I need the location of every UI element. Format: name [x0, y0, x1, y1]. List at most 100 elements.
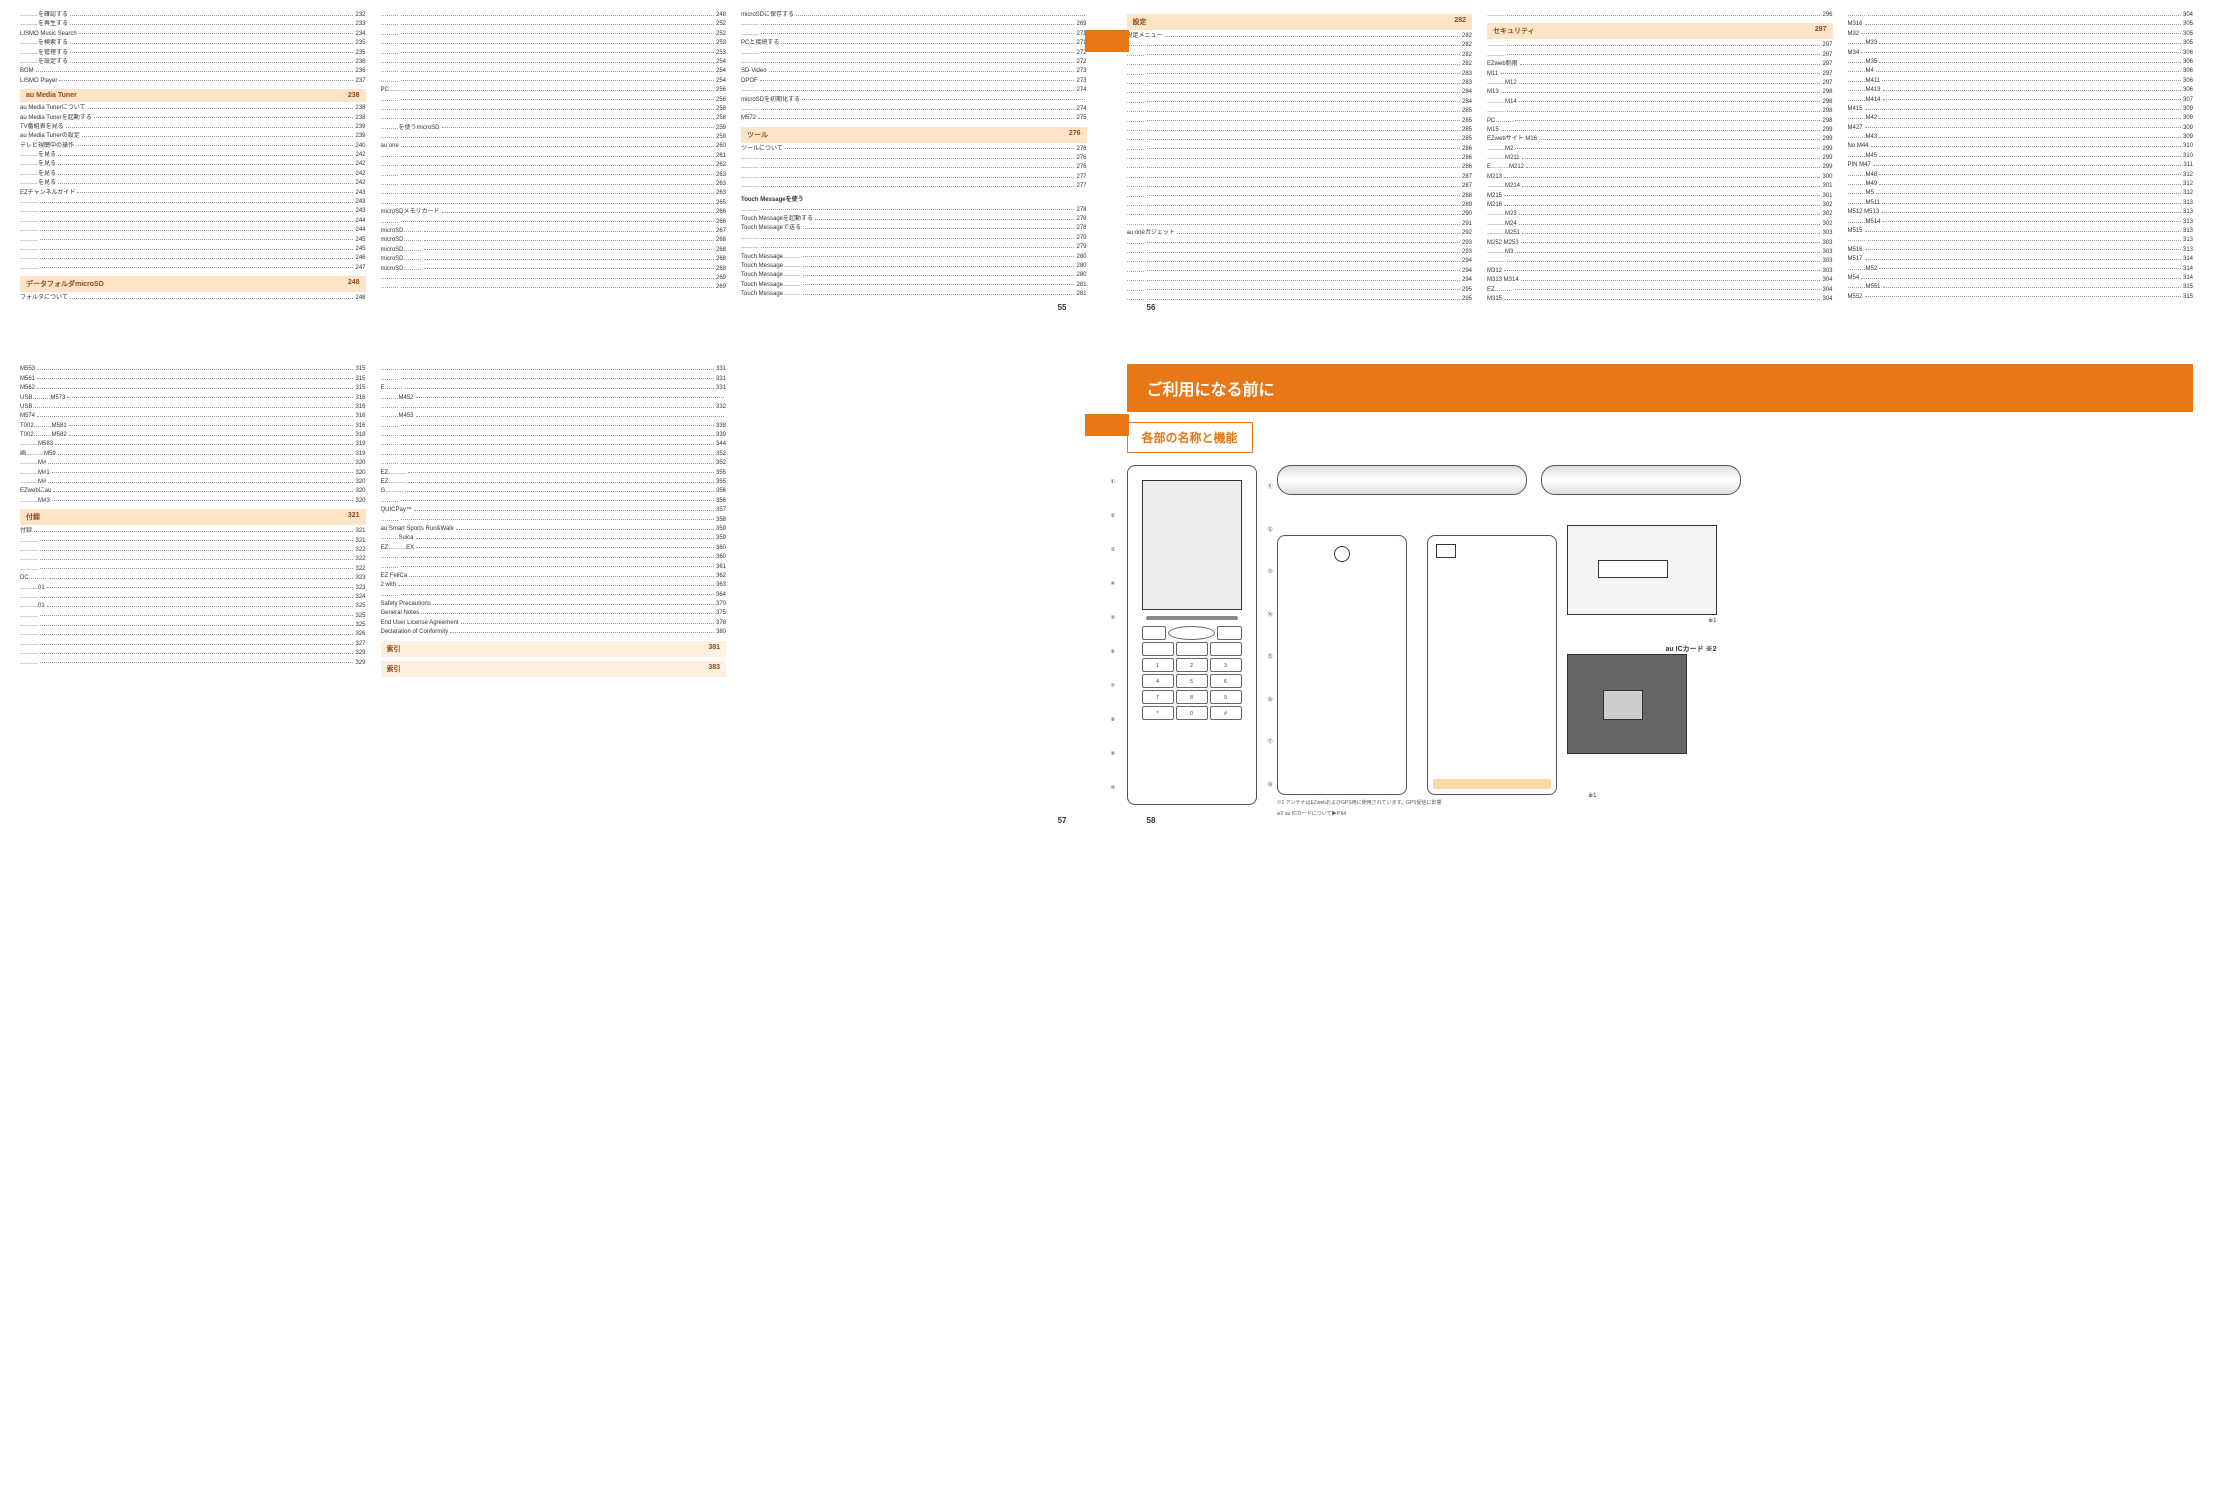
entry-page: 232 [355, 11, 365, 19]
entry-label: au one [381, 142, 399, 150]
toc-entry: ………271 [741, 30, 1087, 38]
entry-page: 236 [355, 67, 365, 75]
section-header: 索引381 [381, 641, 727, 657]
entry-label: ……… [741, 20, 759, 28]
entry-page: 243 [355, 207, 365, 215]
entry-page: 298 [1822, 107, 1832, 115]
entry-page: 285 [1462, 135, 1472, 143]
callout-marker: ⑪ [1267, 483, 1272, 490]
entry-label: EZweb制限 [1487, 60, 1518, 68]
entry-page: 364 [716, 591, 726, 599]
toc-entry: au oneガジェット292 [1127, 229, 1473, 237]
entry-label: ……… [1127, 220, 1145, 228]
toc-entry: EZ………355 [381, 478, 727, 486]
entry-label: ……… [741, 154, 759, 162]
entry-label: ………M4 [1848, 67, 1874, 75]
toc-entry: DPOF273 [741, 77, 1087, 85]
entry-label: ……… [1127, 201, 1145, 209]
entry-label: QUICPay™ [381, 506, 412, 514]
entry-page: 315 [2183, 293, 2193, 301]
entry-label: 設定メニュー [1127, 32, 1163, 40]
toc-entry: EZweb制限297 [1487, 60, 1833, 68]
p55-col3: microSDに保存する………269………271PCと接続する271………272… [741, 10, 1087, 304]
callout-marker: ① [1111, 479, 1115, 485]
entry-page: 327 [355, 640, 365, 648]
entry-page: 324 [355, 593, 365, 601]
entry-page: 313 [2183, 246, 2193, 254]
entry-page: 299 [1822, 126, 1832, 134]
entry-label: ………M# [20, 478, 46, 486]
entry-page: 299 [1822, 135, 1832, 143]
p55-col2: ………248………252………252………253………253………254………2… [381, 10, 727, 304]
entry-label: ……… [381, 283, 399, 291]
phone-top-view [1277, 465, 1527, 495]
toc-entry: microSDを初期化する [741, 96, 1087, 104]
toc-entry: microSD………268 [381, 246, 727, 254]
toc-entry: ………252 [381, 30, 727, 38]
entry-label: ……… [20, 555, 38, 563]
entry-label: ……… [741, 163, 759, 171]
entry-page: 293 [1462, 239, 1472, 247]
toc-entry: microSD………268 [381, 236, 727, 244]
entry-page: 355 [716, 478, 726, 486]
entry-label: EZwebサイト M16 [1487, 135, 1537, 143]
callout-marker: ⑰ [1267, 738, 1272, 745]
entry-page: 339 [716, 431, 726, 439]
entry-label: LISMO Player [20, 77, 57, 85]
toc-entry: ………272 [741, 49, 1087, 57]
toc-entry: ………M514313 [1848, 218, 2194, 226]
toc-entry: ………M43309 [1848, 133, 2194, 141]
entry-label: ………M3 [1487, 248, 1513, 256]
entry-label: ………M43 [1848, 133, 1878, 141]
toc-entry: ………293 [1127, 239, 1473, 247]
entry-label: ……… [20, 226, 38, 234]
entry-label: ……… [381, 39, 399, 47]
entry-label: ……… [1127, 257, 1145, 265]
toc-entry: ………287 [1127, 173, 1473, 181]
page-57: M553315M561315M562315USB………M573316USB………… [0, 354, 1107, 827]
entry-label: LISMO Music Search [20, 30, 77, 38]
entry-label: ……… [381, 105, 399, 113]
callout-marker: ③ [1111, 547, 1115, 553]
entry-page: 312 [2183, 171, 2193, 179]
entry-page: 315 [355, 384, 365, 392]
callout-marker: ② [1111, 513, 1115, 519]
toc-entry: 2 with363 [381, 581, 727, 589]
entry-page: 242 [355, 151, 365, 159]
entry-label: ………M511 [1848, 199, 1881, 207]
entry-page: 256 [716, 96, 726, 104]
toc-entry: No M44310 [1848, 142, 2194, 150]
toc-entry: ………258 [381, 114, 727, 122]
entry-page: 313 [2183, 199, 2193, 207]
entry-label: ……… [20, 537, 38, 545]
keypad: 123 456 789 *0# [1142, 626, 1242, 720]
toc-entry: ………248 [381, 11, 727, 19]
entry-page: 254 [716, 58, 726, 66]
entry-label: ……… [381, 450, 399, 458]
spread-55-56: ………を確認する232………を再生する233LISMO Music Search… [0, 0, 2213, 314]
toc-entry: ………を使うmicroSD259 [381, 124, 727, 132]
entry-label: ……… [20, 254, 38, 262]
entry-label: ……… [20, 236, 38, 244]
toc-entry: ………M583319 [20, 440, 366, 448]
entry-label: ………M413 [1848, 86, 1881, 94]
entry-label: ……… [1487, 41, 1505, 49]
entry-label: ……… [1127, 79, 1145, 87]
entry-page: 267 [716, 227, 726, 235]
entry-page: 314 [2183, 274, 2193, 282]
entry-page: 246 [355, 254, 365, 262]
toc-entry: ………254 [381, 67, 727, 75]
entry-label: ………M35 [1848, 58, 1878, 66]
entry-label: ……… [20, 198, 38, 206]
toc-entry: ………269 [381, 274, 727, 282]
toc-entry: ………283 [1127, 79, 1473, 87]
entry-label: M415 [1848, 105, 1863, 113]
entry-label: ………M214 [1487, 182, 1520, 190]
toc-entry: ………M33305 [1848, 39, 2194, 47]
entry-label: ……… [741, 49, 759, 57]
entry-page: 299 [1822, 145, 1832, 153]
entry-label: au oneガジェット [1127, 229, 1175, 237]
entry-label: ………M551 [1848, 283, 1881, 291]
entry-page: 375 [716, 609, 726, 617]
toc-entry: ………243 [20, 198, 366, 206]
